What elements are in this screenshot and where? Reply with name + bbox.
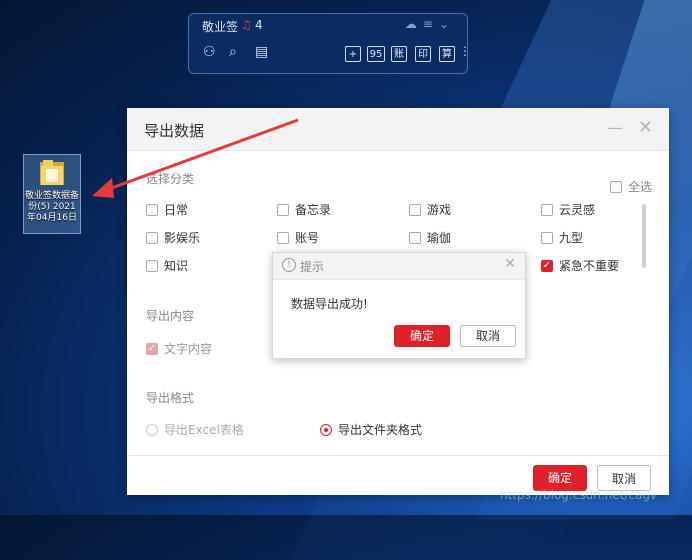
- annotation-arrow-icon: [92, 118, 299, 198]
- watermark: https://blog.csdn.net/cagv: [500, 488, 658, 502]
